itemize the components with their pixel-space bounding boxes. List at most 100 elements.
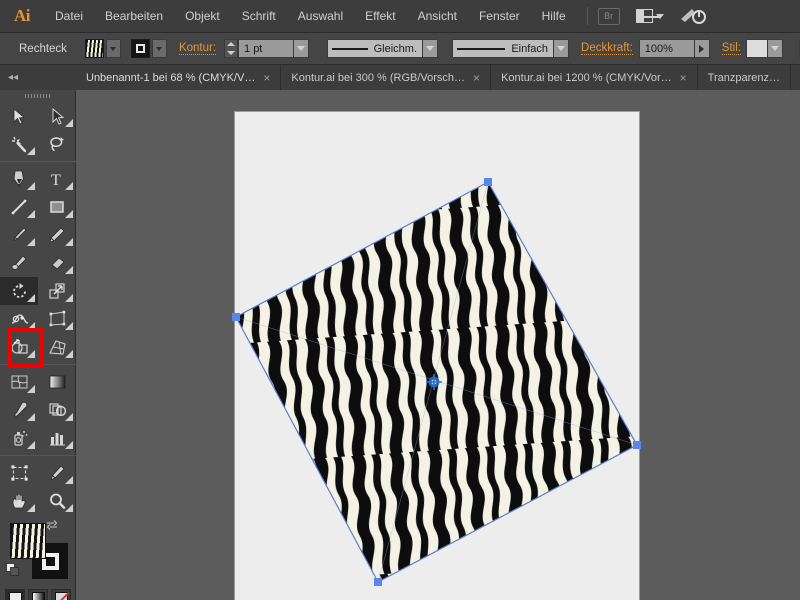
menu-fenster[interactable]: Fenster (468, 0, 531, 33)
tools-panel-grip[interactable] (0, 90, 75, 102)
brush-definition-value[interactable]: Einfach (452, 39, 555, 58)
zoom-tool[interactable] (38, 487, 76, 515)
document-tab-4[interactable]: Tranzparenz… (697, 65, 792, 90)
pencil-tool[interactable] (38, 221, 76, 249)
menu-effekt[interactable]: Effekt (354, 0, 406, 33)
tool-grid: T (0, 102, 76, 515)
column-graph-tool[interactable] (38, 424, 76, 452)
free-transform-tool[interactable] (38, 305, 76, 333)
blend-tool[interactable] (38, 396, 76, 424)
blob-brush-tool[interactable] (0, 249, 38, 277)
control-bar: Rechteck Kontur: 1 pt Gleichm. Einfach D… (0, 33, 800, 65)
fill-proxy-swatch[interactable] (10, 523, 46, 559)
style-label[interactable]: Stil: (721, 42, 741, 55)
stroke-dropdown-icon[interactable] (151, 39, 167, 58)
fill-dropdown-icon[interactable] (105, 39, 121, 58)
scale-tool[interactable] (38, 277, 76, 305)
direct-selection-tool[interactable] (38, 102, 76, 130)
document-tab-3-label: Kontur.ai bei 1200 % (CMYK/Vor… (501, 71, 672, 84)
menu-objekt[interactable]: Objekt (174, 0, 231, 33)
app-logo: Ai (14, 6, 31, 25)
document-tab-1-label: Unbenannt-1 bei 68 % (CMYK/V… (86, 71, 256, 84)
illustrator-window: Ai Datei Bearbeiten Objekt Schrift Auswa… (0, 0, 800, 600)
close-icon[interactable]: × (263, 72, 270, 84)
stroke-weight-control[interactable]: 1 pt (224, 39, 310, 58)
opacity-control[interactable]: 100% (638, 39, 710, 58)
close-icon[interactable]: × (680, 72, 687, 84)
tool-divider (0, 161, 76, 162)
brush-dropdown-icon[interactable] (554, 39, 570, 58)
anchor-point-bottom[interactable] (374, 578, 382, 586)
profile-preview-line (332, 47, 368, 50)
gradient-button[interactable] (28, 589, 48, 600)
menu-datei[interactable]: Datei (44, 0, 94, 33)
graphic-style-swatch[interactable] (745, 39, 768, 58)
stepper-down-icon (227, 50, 236, 55)
menu-divider (586, 7, 588, 25)
svg-text:T: T (51, 172, 61, 188)
workspace-switcher-icon[interactable] (680, 7, 706, 25)
style-dropdown-icon[interactable] (767, 39, 783, 58)
color-button[interactable] (5, 589, 25, 600)
arrange-documents-icon[interactable] (635, 9, 664, 23)
eyedropper-tool[interactable] (0, 396, 38, 424)
width-tool[interactable] (0, 305, 38, 333)
bridge-icon[interactable]: Br (597, 7, 620, 25)
fill-swatch[interactable] (84, 39, 104, 58)
lasso-tool[interactable] (38, 130, 76, 158)
anchor-point-left[interactable] (232, 313, 240, 321)
hand-tool[interactable] (0, 487, 38, 515)
slice-tool[interactable] (38, 459, 76, 487)
anchor-point-top[interactable] (484, 178, 492, 186)
stroke-profile-value[interactable]: Gleichm. (327, 39, 424, 58)
tool-divider (0, 455, 76, 456)
canvas-area[interactable] (76, 90, 800, 600)
menu-bar: Ai Datei Bearbeiten Objekt Schrift Auswa… (0, 0, 800, 33)
stroke-label[interactable]: Kontur: (178, 42, 217, 55)
stroke-weight-dropdown-icon[interactable] (294, 39, 310, 58)
opacity-label[interactable]: Deckkraft: (581, 42, 633, 55)
document-tab-1[interactable]: Unbenannt-1 bei 68 % (CMYK/V… × (76, 65, 282, 90)
symbol-sprayer-tool[interactable] (0, 424, 38, 452)
anchor-point-right[interactable] (633, 441, 641, 449)
artwork-layer (232, 178, 641, 586)
panel-collapse-button[interactable]: ◂◂ (0, 65, 76, 90)
eraser-tool[interactable] (38, 249, 76, 277)
stroke-weight-stepper[interactable] (224, 39, 239, 58)
close-icon[interactable]: × (473, 72, 480, 84)
swap-fill-stroke-icon[interactable] (46, 519, 58, 531)
type-tool[interactable]: T (38, 165, 76, 193)
opacity-dropdown-icon[interactable] (694, 39, 710, 58)
stroke-profile-dropdown-icon[interactable] (423, 39, 439, 58)
artboard-tool[interactable] (0, 459, 38, 487)
stroke-profile-control[interactable]: Gleichm. (327, 39, 439, 58)
rectangle-tool[interactable] (38, 193, 76, 221)
fill-color-control[interactable] (84, 39, 121, 58)
pen-tool[interactable] (0, 165, 38, 193)
document-tab-bar: ◂◂ Unbenannt-1 bei 68 % (CMYK/V… × Kontu… (0, 65, 800, 90)
document-tab-3[interactable]: Kontur.ai bei 1200 % (CMYK/Vor… × (491, 65, 698, 90)
default-fill-stroke-icon[interactable] (6, 563, 20, 577)
graphic-style-control[interactable] (745, 39, 783, 58)
paintbrush-tool[interactable] (0, 221, 38, 249)
menu-auswahl[interactable]: Auswahl (287, 0, 354, 33)
line-segment-tool[interactable] (0, 193, 38, 221)
gradient-tool[interactable] (38, 368, 76, 396)
brush-definition-control[interactable]: Einfach (452, 39, 570, 58)
perspective-grid-tool[interactable] (38, 333, 76, 361)
stroke-swatch[interactable] (130, 39, 150, 58)
selection-tool[interactable] (0, 102, 38, 130)
document-tab-2[interactable]: Kontur.ai bei 300 % (RGB/Vorsch… × (281, 65, 492, 90)
menu-bearbeiten[interactable]: Bearbeiten (94, 0, 174, 33)
shape-builder-tool[interactable] (0, 333, 38, 361)
menu-ansicht[interactable]: Ansicht (407, 0, 468, 33)
menu-hilfe[interactable]: Hilfe (531, 0, 577, 33)
mesh-tool[interactable] (0, 368, 38, 396)
magic-wand-tool[interactable] (0, 130, 38, 158)
opacity-value[interactable]: 100% (638, 39, 695, 58)
menu-schrift[interactable]: Schrift (231, 0, 287, 33)
rotate-tool[interactable] (0, 277, 38, 305)
none-button[interactable] (51, 589, 71, 600)
stroke-weight-value[interactable]: 1 pt (238, 39, 295, 58)
stroke-color-control[interactable] (130, 39, 167, 58)
